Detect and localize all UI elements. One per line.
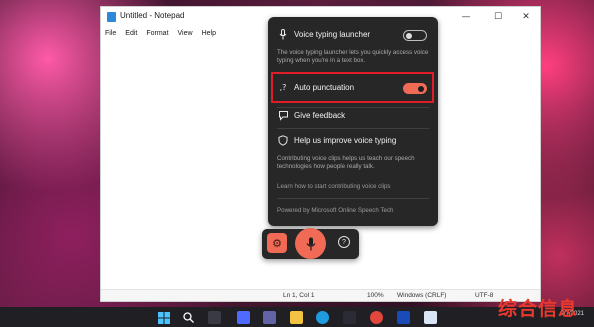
minimize-button[interactable]: — (451, 7, 481, 27)
powered-by-text: Powered by Microsoft Online Speech Tech (277, 207, 394, 214)
toggle-knob (418, 85, 424, 92)
microphone-button[interactable] (295, 228, 326, 259)
help-button[interactable]: ? (338, 236, 350, 248)
microphone-icon (306, 237, 315, 250)
voice-typing-bar: ⚙ ? (262, 228, 359, 259)
watermark-text: 综合信息 (498, 298, 579, 320)
launcher-description: The voice typing launcher lets you quick… (277, 49, 429, 64)
menu-help[interactable]: Help (202, 30, 216, 37)
punctuation-icon: ,? (279, 83, 287, 92)
launcher-toggle[interactable] (403, 30, 427, 41)
launcher-label: Voice typing launcher (294, 30, 371, 39)
give-feedback-label: Give feedback (294, 111, 346, 120)
give-feedback-row[interactable]: Give feedback (268, 107, 438, 125)
voice-typing-settings-panel: Voice typing launcher The voice typing l… (268, 17, 438, 226)
improve-voice-typing-row[interactable]: Help us improve voice typing (268, 132, 438, 150)
auto-punctuation-toggle[interactable] (403, 83, 427, 94)
edge-icon[interactable] (316, 311, 329, 324)
menu-view[interactable]: View (178, 30, 193, 37)
line-ending: Windows (CRLF) (397, 292, 447, 299)
chrome-icon[interactable] (370, 311, 383, 324)
teams-chat-icon[interactable] (263, 311, 276, 324)
window-title: Untitled - Notepad (120, 11, 185, 20)
close-button[interactable]: ✕ (511, 7, 541, 27)
file-explorer-icon[interactable] (290, 311, 303, 324)
improve-voice-typing-label: Help us improve voice typing (294, 136, 397, 145)
search-icon[interactable] (182, 311, 195, 324)
word-icon[interactable] (397, 311, 410, 324)
microphone-icon (277, 29, 289, 41)
status-bar: Ln 1, Col 1 100% Windows (CRLF) UTF-8 (101, 289, 540, 301)
gear-icon[interactable]: ⚙ (267, 233, 287, 253)
encoding: UTF-8 (475, 292, 494, 299)
auto-punctuation-label: Auto punctuation (294, 83, 355, 92)
widgets-icon[interactable] (237, 311, 250, 324)
divider (277, 128, 429, 129)
menu-format[interactable]: Format (146, 30, 168, 37)
improve-description: Contributing voice clips helps us teach … (277, 155, 415, 170)
notepad-icon (107, 12, 116, 22)
learn-more-link[interactable]: Learn how to start contributing voice cl… (277, 183, 391, 190)
feedback-icon (277, 110, 289, 122)
menu-edit[interactable]: Edit (125, 30, 137, 37)
auto-punctuation-row[interactable]: ,? Auto punctuation (268, 79, 438, 97)
divider (277, 198, 429, 199)
toggle-knob (406, 32, 412, 39)
cursor-position: Ln 1, Col 1 (283, 292, 315, 299)
maximize-button[interactable]: ☐ (483, 7, 513, 27)
store-icon[interactable] (343, 311, 356, 324)
start-icon[interactable] (157, 311, 170, 324)
menu-file[interactable]: File (105, 30, 116, 37)
notepad-taskbar-icon[interactable] (424, 311, 437, 324)
launcher-row[interactable]: Voice typing launcher (268, 26, 438, 44)
shield-icon (277, 135, 289, 147)
zoom-level: 100% (367, 292, 384, 299)
task-view-icon[interactable] (208, 311, 221, 324)
